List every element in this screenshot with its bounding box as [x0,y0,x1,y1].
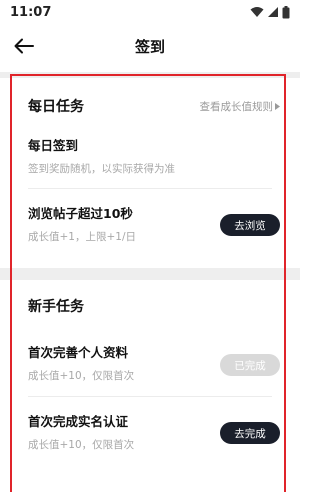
wifi-icon [250,7,264,17]
completed-button[interactable]: 已完成 [220,354,280,376]
page-title: 签到 [134,37,165,56]
newbie-tasks-header: 新手任务 [28,296,280,316]
status-icons [250,5,290,19]
divider [28,396,272,397]
task-daily-checkin: 每日签到 签到奖励随机，以实际获得为准 [28,138,280,176]
back-button[interactable] [10,32,38,60]
daily-tasks-title: 每日任务 [28,99,84,115]
task-content: 每日任务 查看成长值规则 每日签到 签到奖励随机，以实际获得为准 浏览帖子超过1… [0,72,300,492]
daily-tasks-section: 每日任务 查看成长值规则 每日签到 签到奖励随机，以实际获得为准 浏览帖子超过1… [0,78,300,268]
task-desc: 签到奖励随机，以实际获得为准 [28,163,175,175]
newbie-tasks-section: 新手任务 首次完善个人资料 成长值+10，仅限首次 已完成 首次完成实名认证 成… [0,280,300,492]
growth-rule-link[interactable]: 查看成长值规则 [199,99,280,114]
signal-icon [268,7,278,17]
daily-tasks-header: 每日任务 查看成长值规则 [28,96,280,116]
growth-rule-link-label: 查看成长值规则 [199,100,274,113]
divider [28,188,272,189]
triangle-right-icon [275,102,280,110]
status-time: 11:07 [10,4,52,20]
status-bar: 11:07 [0,0,300,24]
arrow-left-icon [14,38,34,54]
browse-button[interactable]: 去浏览 [220,214,280,236]
section-gap [0,268,300,280]
go-complete-button[interactable]: 去完成 [220,422,280,444]
newbie-tasks-title: 新手任务 [28,299,84,315]
task-title: 每日签到 [28,138,79,153]
battery-icon [282,5,290,18]
app-bar: 签到 [0,24,300,68]
